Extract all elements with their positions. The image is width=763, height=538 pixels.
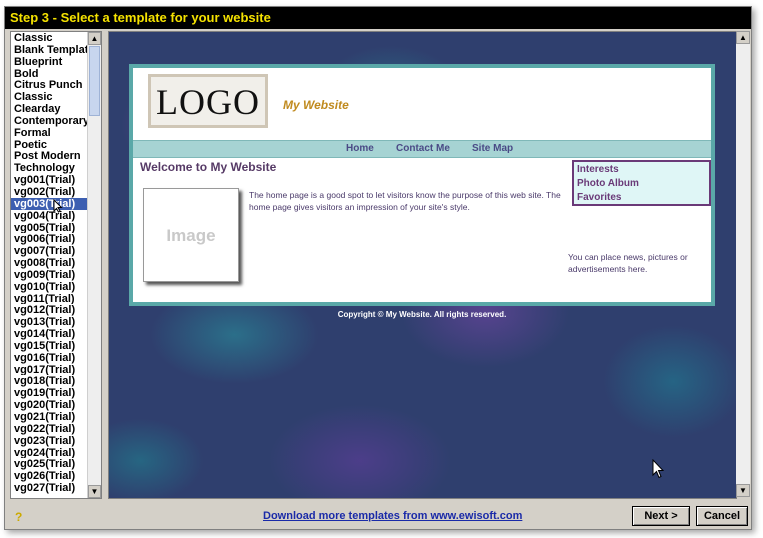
- template-list-scrollbar[interactable]: ▲ ▼: [87, 32, 101, 498]
- preview-scroll-up-icon[interactable]: ▲: [736, 31, 750, 44]
- template-preview: LOGO My Website Home Contact Me Site Map…: [108, 31, 737, 499]
- template-list-item[interactable]: vg024(Trial): [11, 447, 87, 459]
- template-list-item[interactable]: vg022(Trial): [11, 423, 87, 435]
- preview-nav-bar: Home Contact Me Site Map: [133, 140, 711, 158]
- preview-scrollbar[interactable]: ▲ ▼: [736, 31, 750, 497]
- scroll-down-icon[interactable]: ▼: [88, 485, 101, 498]
- cancel-button[interactable]: Cancel: [696, 506, 748, 526]
- template-list-item[interactable]: vg003(Trial): [11, 197, 87, 210]
- image-placeholder-label: Image: [166, 226, 216, 245]
- template-list-item[interactable]: vg009(Trial): [11, 269, 87, 281]
- template-list-item[interactable]: vg007(Trial): [11, 245, 87, 257]
- sidebar-item-favorites: Favorites: [577, 192, 622, 203]
- wizard-window: Step 3 - Select a template for your webs…: [4, 6, 752, 530]
- template-list-item[interactable]: vg021(Trial): [11, 411, 87, 423]
- template-list-item[interactable]: vg011(Trial): [11, 293, 87, 305]
- template-list-item[interactable]: Formal: [11, 127, 87, 139]
- template-list-item[interactable]: vg023(Trial): [11, 435, 87, 447]
- sidebar-item-interests: Interests: [577, 164, 619, 175]
- template-list-item[interactable]: Bold: [11, 68, 87, 80]
- template-list-item[interactable]: vg008(Trial): [11, 257, 87, 269]
- sidebar-box: Interests Photo Album Favorites: [572, 160, 711, 206]
- preview-scroll-down-icon[interactable]: ▼: [736, 484, 750, 497]
- template-list-item[interactable]: Technology: [11, 162, 87, 174]
- template-list-item[interactable]: Citrus Punch: [11, 79, 87, 91]
- welcome-heading: Welcome to My Website: [140, 160, 277, 174]
- template-list[interactable]: Classic Blank Template Blueprint Bold Citrus…: [10, 31, 102, 499]
- template-list-item[interactable]: vg014(Trial): [11, 328, 87, 340]
- template-list-item[interactable]: vg004(Trial): [11, 210, 87, 222]
- template-list-item[interactable]: Classic: [11, 91, 87, 103]
- template-list-item[interactable]: vg019(Trial): [11, 387, 87, 399]
- nav-site-map: Site Map: [472, 143, 514, 154]
- template-list-item[interactable]: vg016(Trial): [11, 352, 87, 364]
- template-list-item[interactable]: vg026(Trial): [11, 470, 87, 482]
- title-bar: Step 3 - Select a template for your webs…: [5, 7, 751, 29]
- template-list-item[interactable]: vg018(Trial): [11, 375, 87, 388]
- window-title: Step 3 - Select a template for your webs…: [10, 10, 271, 25]
- copyright-text: Copyright © My Website. All rights reser…: [337, 310, 507, 319]
- template-list-item[interactable]: vg025(Trial): [11, 458, 87, 470]
- cursor-icon: [53, 199, 63, 213]
- mouse-pointer-icon: [652, 459, 664, 479]
- template-list-item[interactable]: vg001(Trial): [11, 174, 87, 186]
- template-list-items: Classic Blank Template Blueprint Bold Citrus…: [11, 32, 87, 494]
- template-list-item[interactable]: vg012(Trial): [11, 304, 87, 316]
- template-list-item[interactable]: vg006(Trial): [11, 233, 87, 245]
- template-list-item[interactable]: Poetic: [11, 139, 87, 151]
- help-icon[interactable]: ?: [15, 510, 22, 524]
- scroll-up-icon[interactable]: ▲: [88, 32, 101, 45]
- nav-contact-me: Contact Me: [396, 143, 450, 154]
- template-list-item[interactable]: vg002(Trial): [11, 186, 87, 198]
- preview-site: LOGO My Website Home Contact Me Site Map…: [129, 64, 715, 306]
- template-list-item[interactable]: Blank Template: [11, 44, 87, 56]
- nav-home: Home: [346, 143, 374, 154]
- template-list-item[interactable]: vg010(Trial): [11, 281, 87, 293]
- template-list-item[interactable]: Contemporary: [11, 115, 87, 127]
- template-list-item[interactable]: Blueprint: [11, 56, 87, 68]
- side-note: You can place news, pictures or advertis…: [568, 252, 688, 274]
- logo-text: LOGO: [156, 82, 260, 122]
- next-button[interactable]: Next >: [632, 506, 690, 526]
- template-list-item[interactable]: Clearday: [11, 103, 87, 115]
- template-list-item[interactable]: vg013(Trial): [11, 316, 87, 328]
- template-list-item[interactable]: vg020(Trial): [11, 399, 87, 411]
- scroll-thumb[interactable]: [89, 46, 100, 116]
- template-list-item[interactable]: Post Modern: [11, 150, 87, 163]
- download-templates-link[interactable]: Download more templates from www.ewisoft…: [263, 510, 522, 522]
- site-title: My Website: [283, 98, 349, 112]
- template-list-item[interactable]: vg017(Trial): [11, 364, 87, 376]
- image-placeholder: Image: [143, 188, 239, 282]
- template-list-item[interactable]: vg027(Trial): [11, 482, 87, 494]
- home-body-text: The home page is a good spot to let visi…: [249, 190, 561, 212]
- logo: LOGO: [148, 74, 268, 128]
- template-list-item[interactable]: vg015(Trial): [11, 340, 87, 352]
- template-list-item[interactable]: vg005(Trial): [11, 222, 87, 234]
- template-list-item[interactable]: Classic: [11, 32, 87, 44]
- sidebar-item-photo-album: Photo Album: [577, 178, 639, 189]
